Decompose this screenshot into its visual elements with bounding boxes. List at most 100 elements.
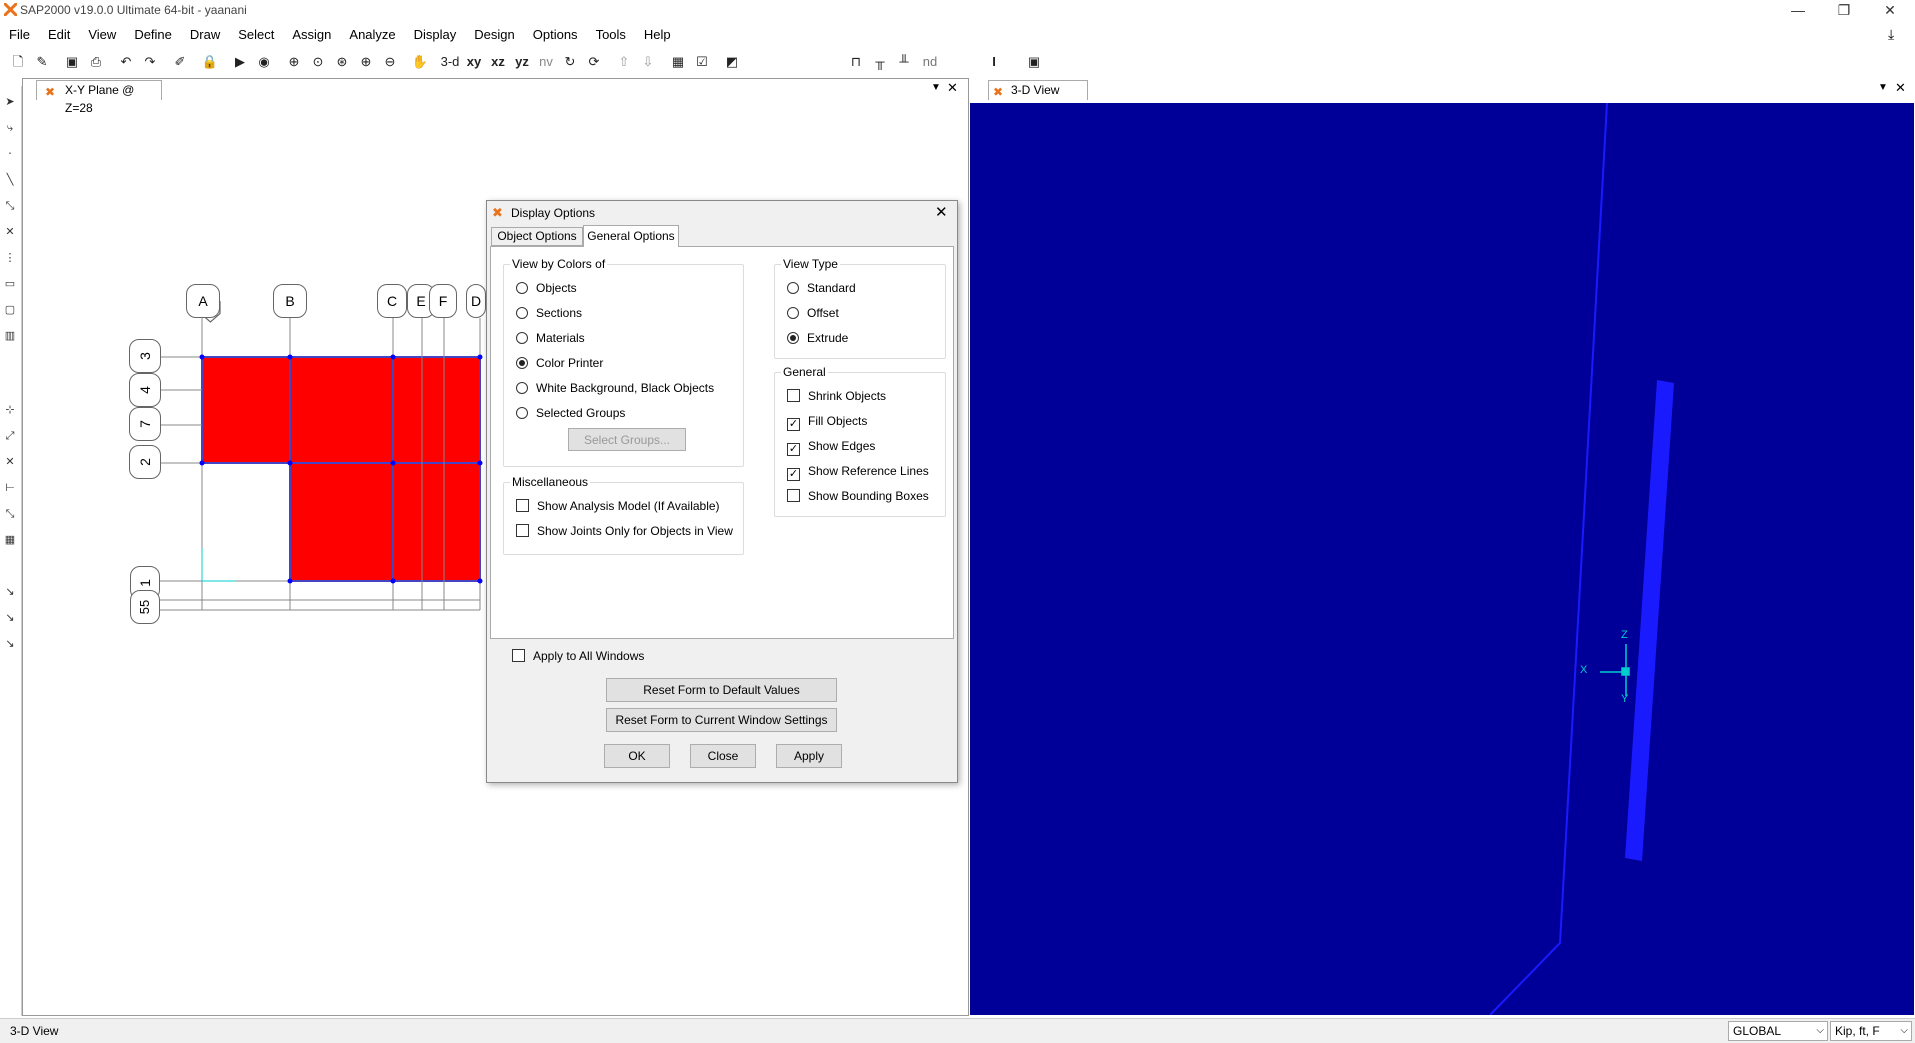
menu-options[interactable]: Options [524,24,587,46]
select-groups-button[interactable]: Select Groups... [568,428,686,451]
left-window-dropdown-icon[interactable]: ▼ [931,82,941,93]
radio-sections[interactable]: Sections [516,306,582,320]
check-shrink-objects-box[interactable] [787,389,800,402]
coord-system-select[interactable]: GLOBAL ⌵ [1728,1021,1828,1041]
zoom-previous-icon[interactable]: ⊛ [332,52,352,72]
menu-define[interactable]: Define [125,24,181,46]
draw-links-icon[interactable]: ⋮ [2,250,18,266]
snap-lines-icon[interactable]: ⤡ [2,506,18,522]
tab-general-options[interactable]: General Options [583,225,679,247]
radio-offset[interactable]: Offset [787,306,839,320]
radio-color-printer-dot[interactable] [516,357,528,369]
grid-bubble-d[interactable]: D [466,284,486,318]
nd-button[interactable]: nd [920,52,940,72]
check-show-bounding-boxes-box[interactable] [787,489,800,502]
menu-file[interactable]: File [0,24,39,46]
menu-display[interactable]: Display [405,24,466,46]
section-marker-button[interactable]: I [984,52,1004,72]
graphic-options-icon[interactable]: ◩ [722,52,742,72]
check-show-joints-only-box[interactable] [516,524,529,537]
select-previous-icon[interactable]: ↘ [2,610,18,626]
grid-bubble-a[interactable]: A [186,284,220,318]
pointer-icon[interactable]: ➤ [2,94,18,110]
tab-xy-plane[interactable]: ✖ X-Y Plane @ Z=28 [36,80,162,115]
grid-bubble-2[interactable]: 2 [129,445,161,479]
clear-selection-icon[interactable]: ↘ [2,636,18,652]
area-display-icon[interactable]: ▣ [1024,52,1044,72]
select-all-icon[interactable]: ↘ [2,584,18,600]
check-show-reference-lines[interactable]: ✓ Show Reference Lines [787,464,929,481]
move-up-icon[interactable]: ⇧ [614,52,634,72]
snap-perpendicular-icon[interactable]: ⊢ [2,480,18,496]
pan-icon[interactable]: ✋ [410,52,430,72]
snap-ends-icon[interactable]: ⤢ [2,428,18,444]
right-window-dropdown-icon[interactable]: ▼ [1878,82,1888,93]
radio-objects[interactable]: Objects [516,281,577,295]
slab-bottom[interactable] [290,463,480,581]
refresh-icon[interactable]: ✐ [170,52,190,72]
snap-grid-icon[interactable]: ▦ [2,532,18,548]
apply-button[interactable]: Apply [776,744,842,768]
menu-help[interactable]: Help [635,24,680,46]
tab-object-options[interactable]: Object Options [491,227,583,246]
tab-3d-view[interactable]: ✖ 3-D View [988,80,1088,100]
radio-sections-dot[interactable] [516,307,528,319]
move-down-icon[interactable]: ⇩ [638,52,658,72]
check-shrink-objects[interactable]: Shrink Objects [787,389,886,403]
snap-intersections-icon[interactable]: ✕ [2,454,18,470]
view-xy-button[interactable]: xy [464,52,484,72]
radio-offset-dot[interactable] [787,307,799,319]
zoom-window-icon[interactable]: ⊕ [284,52,304,72]
check-show-analysis-model-box[interactable] [516,499,529,512]
download-icon[interactable]: ⤓ [1888,26,1894,43]
quick-area-icon[interactable]: ▥ [2,328,18,344]
radio-materials-dot[interactable] [516,332,528,344]
zoom-out-icon[interactable]: ⊖ [380,52,400,72]
check-show-analysis-model[interactable]: Show Analysis Model (If Available) [516,499,720,513]
grid-bubble-c[interactable]: C [377,284,407,318]
check-show-joints-only[interactable]: Show Joints Only for Objects in View [516,524,733,538]
run-now-icon[interactable]: ◉ [254,52,274,72]
restore-view-icon[interactable]: ⊙ [308,52,328,72]
radio-selected-groups[interactable]: Selected Groups [516,406,625,420]
menu-view[interactable]: View [79,24,125,46]
redo-icon[interactable]: ↷ [140,52,160,72]
view-3d-button[interactable]: 3-d [438,52,462,72]
radio-objects-dot[interactable] [516,282,528,294]
grid-bubble-55[interactable]: 55 [130,590,160,624]
check-apply-to-all-windows-box[interactable] [512,649,525,662]
open-icon[interactable]: ✎ [32,52,52,72]
lock-icon[interactable]: 🔒 [200,52,220,72]
draw-joint-icon[interactable]: ⋅ [2,146,18,162]
radio-extrude-dot[interactable] [787,332,799,344]
frame-releases-icon[interactable]: ╥ [870,52,890,72]
check-show-edges-box[interactable]: ✓ [787,443,800,456]
grid-bubble-7[interactable]: 7 [129,407,161,441]
minimize-button[interactable]: — [1775,0,1821,22]
grid-bubble-f[interactable]: F [429,284,457,318]
frame-icon[interactable]: ⊓ [846,52,866,72]
run-analysis-icon[interactable]: ▶ [230,52,250,72]
reset-default-button[interactable]: Reset Form to Default Values [606,678,837,702]
menu-select[interactable]: Select [229,24,283,46]
radio-materials[interactable]: Materials [516,331,585,345]
ok-button[interactable]: OK [604,744,670,768]
perspective-icon[interactable]: ⟳ [584,52,604,72]
reset-current-button[interactable]: Reset Form to Current Window Settings [606,708,837,732]
draw-frame-icon[interactable]: ╲ [2,172,18,188]
menu-design[interactable]: Design [465,24,523,46]
draw-rect-area-icon[interactable]: ▢ [2,302,18,318]
grid-bubble-4[interactable]: 4 [129,373,161,407]
check-icon[interactable]: ☑ [692,52,712,72]
undo-icon[interactable]: ↶ [116,52,136,72]
right-window-close-icon[interactable]: ✕ [1895,80,1906,96]
grid-bubble-b[interactable]: B [273,284,307,318]
menu-draw[interactable]: Draw [181,24,229,46]
dialog-close-icon[interactable]: ✕ [935,203,948,221]
close-window-button[interactable]: ✕ [1867,0,1913,22]
units-select[interactable]: Kip, ft, F ⌵ [1830,1021,1912,1041]
3d-frame-member[interactable] [1625,380,1674,861]
menu-assign[interactable]: Assign [283,24,340,46]
radio-white-background[interactable]: White Background, Black Objects [516,381,714,395]
close-button[interactable]: Close [690,744,756,768]
